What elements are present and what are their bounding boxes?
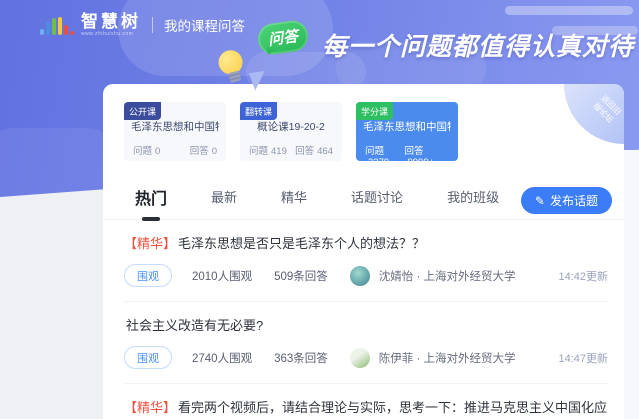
watch-badge[interactable]: 围观 — [124, 264, 172, 287]
question-meta: 围观 2010人围观 509条回答 沈婧怡 · 上海对外经贸大学 14:42更新 — [124, 264, 608, 287]
course-title: 概论课19-20-2 — [247, 119, 335, 134]
course-stats: 问题3379 回答9999+ — [365, 143, 449, 168]
tab-essence[interactable]: 精华 — [281, 187, 307, 219]
author-name: 沈婧怡 · 上海对外经贸大学 — [379, 268, 516, 284]
question-row: 社会主义改造有无必要? 围观 2740人围观 363条回答 陈伊菲 · 上海对外… — [124, 302, 608, 384]
pencil-icon: ✎ — [535, 195, 545, 207]
course-card-list: 公开课 毛泽东思想和中国特... 问题0 回答0 翻转课 概论课19-20-2 … — [124, 102, 624, 161]
course-card-credit-selected[interactable]: 学分课 毛泽东思想和中国特... 问题3379 回答9999+ — [356, 102, 458, 161]
course-type-tag: 学分课 — [356, 102, 393, 120]
logo-url-text: www.zhihuishu.com — [81, 32, 141, 37]
divider — [152, 17, 153, 33]
decor-bar — [505, 6, 633, 15]
page-background — [624, 150, 639, 419]
update-time: 14:42更新 — [558, 268, 608, 284]
update-time: 14:47更新 — [558, 350, 608, 366]
reply-count: 363条回答 — [274, 350, 328, 366]
course-type-tag: 翻转课 — [240, 102, 277, 120]
course-title: 毛泽东思想和中国特... — [363, 119, 451, 134]
essence-tag: 【精华】 — [124, 400, 176, 415]
view-count: 2740人围观 — [192, 350, 252, 366]
course-title: 毛泽东思想和中国特... — [131, 119, 219, 134]
avatar — [350, 266, 370, 286]
question-meta: 围观 2740人围观 363条回答 陈伊菲 · 上海对外经贸大学 14:47更新 — [124, 346, 608, 369]
tab-newest[interactable]: 最新 — [211, 187, 237, 219]
course-stats: 问题0 回答0 — [133, 143, 217, 157]
course-type-tag: 公开课 — [124, 102, 161, 120]
essence-tag: 【精华】 — [124, 236, 176, 251]
question-title[interactable]: 【精华】毛泽东思想是否只是毛泽东个人的想法？？ — [124, 233, 608, 252]
tab-topic-discussion[interactable]: 话题讨论 — [351, 187, 403, 219]
tab-my-class[interactable]: 我的班级 — [447, 187, 499, 219]
page-title: 我的课程问答 — [164, 15, 245, 35]
banner-slogan: 每一个问题都值得认真对待 — [322, 27, 634, 63]
view-count: 2010人围观 — [192, 268, 252, 284]
author-name: 陈伊菲 · 上海对外经贸大学 — [379, 350, 516, 366]
avatar — [350, 348, 370, 368]
question-row: 【精华】看完两个视频后，请结合理论与实际，思考一下：推进马克思主义中国化应该怎么… — [124, 384, 608, 419]
course-card-public[interactable]: 公开课 毛泽东思想和中国特... 问题0 回答0 — [124, 102, 226, 161]
course-card-flipped[interactable]: 翻转课 概论课19-20-2 问题419 回答464 — [240, 102, 342, 161]
question-title[interactable]: 【精华】看完两个视频后，请结合理论与实际，思考一下：推进马克思主义中国化应该怎么… — [124, 397, 608, 419]
tab-hot[interactable]: 热门 — [135, 185, 167, 219]
main-panel: 返回旧 版论坛 公开课 毛泽东思想和中国特... 问题0 回答0 翻转课 概论课… — [103, 84, 624, 419]
publish-topic-button[interactable]: ✎ 发布话题 — [521, 187, 612, 214]
question-list: 【精华】毛泽东思想是否只是毛泽东个人的想法？？ 围观 2010人围观 509条回… — [103, 220, 624, 419]
question-row: 【精华】毛泽东思想是否只是毛泽东个人的想法？？ 围观 2010人围观 509条回… — [124, 220, 608, 302]
course-stats: 问题419 回答464 — [249, 143, 333, 157]
zhihuishu-logo[interactable]: 智慧树 www.zhihuishu.com — [81, 13, 141, 37]
back-to-old-forum-ribbon[interactable]: 返回旧 版论坛 — [564, 84, 624, 144]
watch-badge[interactable]: 围观 — [124, 346, 172, 369]
reply-count: 509条回答 — [274, 268, 328, 284]
zhihuishu-logo-icon[interactable] — [40, 15, 74, 35]
decor-bubble-tail — [249, 71, 267, 91]
logo-text[interactable]: 智慧树 — [81, 13, 141, 30]
tab-bar: 热门 最新 精华 话题讨论 我的班级 ✎ 发布话题 — [103, 185, 624, 220]
question-title[interactable]: 社会主义改造有无必要? — [124, 315, 608, 334]
